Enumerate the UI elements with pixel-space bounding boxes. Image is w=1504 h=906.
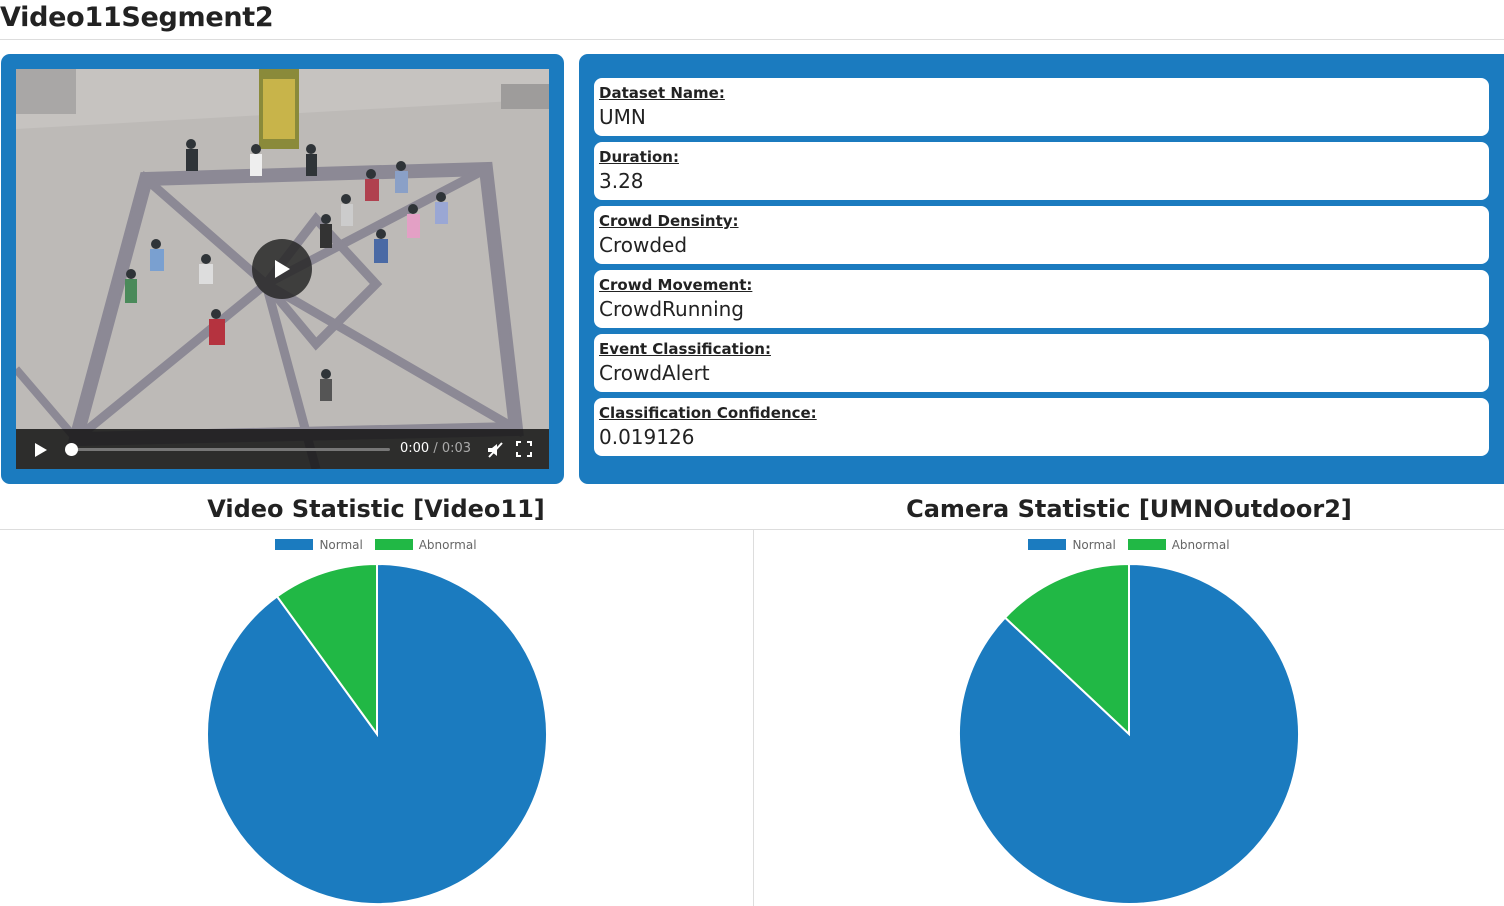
pie-chart [206,562,548,905]
info-label: Event Classification: [599,340,771,358]
video-controls-bar: 0:00 / 0:03 [16,429,549,469]
seek-bar[interactable] [65,443,390,456]
camera-statistic-chart: Normal Abnormal [753,530,1504,906]
video-panel: 0:00 / 0:03 [1,54,564,484]
info-label: Duration: [599,148,679,166]
info-label: Dataset Name: [599,84,725,102]
info-card-crowd-movement: Crowd Movement: CrowdRunning [594,270,1489,328]
info-label: Classification Confidence: [599,404,817,422]
time-display: 0:00 / 0:03 [400,441,471,456]
info-value: CrowdAlert [599,361,710,385]
pie-chart [958,562,1300,905]
info-value: UMN [599,105,646,129]
page-title: Video11Segment2 [0,2,274,33]
info-panel: Dataset Name: UMN Duration: 3.28 Crowd D… [579,54,1504,484]
video-player[interactable]: 0:00 / 0:03 [16,69,549,469]
info-value: Crowded [599,233,688,257]
info-value: 3.28 [599,169,644,193]
mute-icon[interactable] [486,441,504,459]
info-card-dataset-name: Dataset Name: UMN [594,78,1489,136]
video-statistic-title: Video Statistic [Video11] [207,495,545,523]
fullscreen-icon[interactable] [516,441,532,457]
seek-thumb[interactable] [65,443,78,456]
info-label: Crowd Densinty: [599,212,739,230]
info-card-event-classification: Event Classification: CrowdAlert [594,334,1489,392]
total-duration: 0:03 [441,441,472,456]
video-statistic-chart: Normal Abnormal [0,530,752,906]
current-time: 0:00 [400,441,430,456]
time-separator: / [433,441,438,456]
play-icon[interactable] [34,442,48,458]
info-value: 0.019126 [599,425,695,449]
title-divider [0,39,1504,40]
play-icon [275,260,290,278]
big-play-button[interactable] [252,239,312,299]
info-card-duration: Duration: 3.28 [594,142,1489,200]
info-value: CrowdRunning [599,297,744,321]
camera-statistic-title: Camera Statistic [UMNOutdoor2] [906,495,1352,523]
info-label: Crowd Movement: [599,276,753,294]
info-card-crowd-density: Crowd Densinty: Crowded [594,206,1489,264]
info-card-classification-confidence: Classification Confidence: 0.019126 [594,398,1489,456]
